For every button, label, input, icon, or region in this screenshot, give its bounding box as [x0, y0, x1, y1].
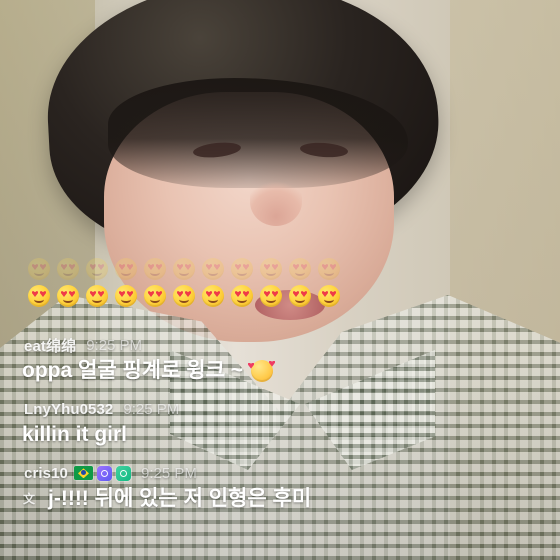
heart-eyes-emoji-icon — [86, 285, 108, 307]
heart-eyes-emoji-icon — [144, 258, 166, 280]
comment-meta: cris10 9:25 PM — [24, 462, 542, 484]
comment-item: eat绵绵 9:25 PM oppa 얼굴 핑계로 윙크 ~ — [22, 334, 542, 383]
comment-text: oppa 얼굴 핑계로 윙크 ~ — [22, 359, 244, 382]
comment-feed: eat绵绵 9:25 PM oppa 얼굴 핑계로 윙크 ~ LnyYhu053… — [22, 334, 542, 526]
comment-meta: eat绵绵 9:25 PM — [24, 334, 542, 356]
heart-eyes-emoji-icon — [231, 258, 253, 280]
comment-text: killin it girl — [22, 423, 128, 447]
heart-eyes-emoji-icon — [289, 258, 311, 280]
purple-badge-icon — [96, 465, 112, 481]
heart-eyes-emoji-icon — [289, 285, 311, 307]
brazil-flag-icon — [73, 466, 93, 481]
comment-text: j-!!!! 뒤에 있는 저 인형은 후미 — [48, 487, 312, 511]
heart-eyes-emoji-icon — [57, 258, 79, 280]
heart-eyes-emoji-icon — [202, 285, 224, 307]
comment-username: cris10 — [24, 464, 68, 482]
translate-icon[interactable]: 文 — [20, 490, 38, 508]
comment-message: killin it girl — [22, 422, 542, 447]
comment-time: 9:25 PM — [140, 464, 197, 482]
heart-eyes-emoji-icon — [57, 285, 79, 307]
heart-eyes-emoji-icon — [173, 285, 195, 307]
heart-eyes-emoji-icon — [318, 285, 340, 307]
user-badges — [73, 465, 131, 481]
reaction-emoji-row-faded — [28, 258, 340, 280]
smiling-face-with-hearts-icon — [251, 359, 274, 382]
reaction-emoji-row — [28, 285, 340, 307]
green-badge-icon — [115, 465, 131, 481]
comment-item: LnyYhu0532 9:25 PM killin it girl — [22, 398, 542, 447]
comment-time: 9:25 PM — [123, 400, 180, 418]
heart-eyes-emoji-icon — [115, 285, 137, 307]
heart-eyes-emoji-icon — [28, 258, 50, 280]
heart-eyes-emoji-icon — [28, 285, 50, 307]
comment-time: 9:25 PM — [86, 336, 143, 354]
heart-eyes-emoji-icon — [318, 258, 340, 280]
comment-username: LnyYhu0532 — [24, 400, 114, 418]
heart-eyes-emoji-icon — [115, 258, 137, 280]
comment-item: cris10 9:25 PM 文 j-!!!! 뒤에 있는 저 인형은 후미 — [22, 462, 542, 511]
comment-message: 文 j-!!!! 뒤에 있는 저 인형은 후미 — [22, 486, 542, 511]
comment-message: oppa 얼굴 핑계로 윙크 ~ — [22, 358, 542, 383]
heart-eyes-emoji-icon — [231, 285, 253, 307]
nose — [250, 178, 302, 226]
heart-eyes-emoji-icon — [202, 258, 224, 280]
comment-username: eat绵绵 — [24, 337, 77, 355]
heart-eyes-emoji-icon — [86, 258, 108, 280]
heart-eyes-emoji-icon — [144, 285, 166, 307]
heart-eyes-emoji-icon — [260, 258, 282, 280]
heart-eyes-emoji-icon — [260, 285, 282, 307]
comment-meta: LnyYhu0532 9:25 PM — [24, 398, 542, 420]
heart-eyes-emoji-icon — [173, 258, 195, 280]
live-stream-screen: eat绵绵 9:25 PM oppa 얼굴 핑계로 윙크 ~ LnyYhu053… — [0, 0, 560, 560]
